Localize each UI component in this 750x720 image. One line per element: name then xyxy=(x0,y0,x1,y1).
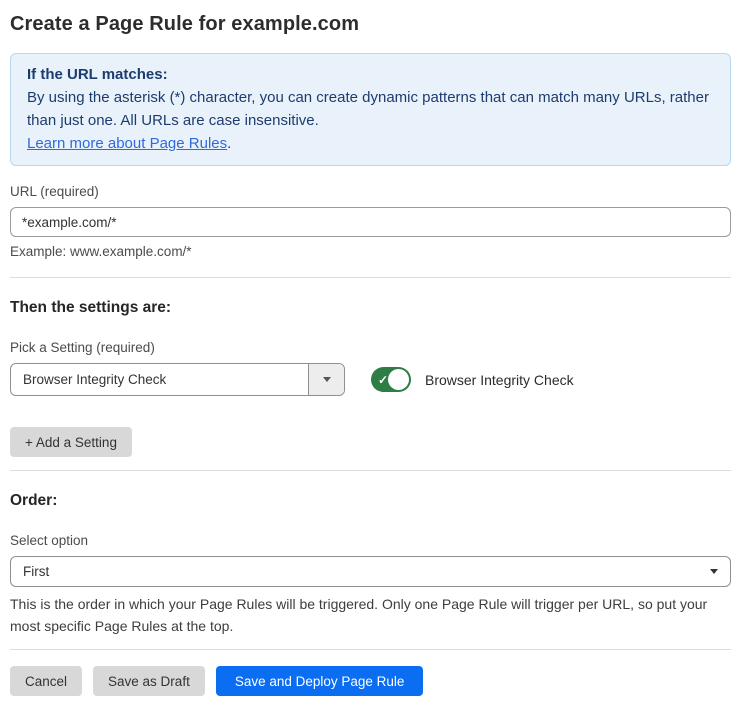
settings-heading: Then the settings are: xyxy=(10,299,731,317)
setting-row: Browser Integrity Check ✓ Browser Integr… xyxy=(10,363,731,396)
order-select-value: First xyxy=(23,564,710,579)
pick-setting-label: Pick a Setting (required) xyxy=(10,340,731,355)
divider xyxy=(10,277,731,278)
url-hint: Example: www.example.com/* xyxy=(10,244,731,259)
order-heading: Order: xyxy=(10,492,731,510)
setting-select[interactable]: Browser Integrity Check xyxy=(10,363,345,396)
toggle-knob xyxy=(388,369,409,390)
divider xyxy=(10,470,731,471)
url-label: URL (required) xyxy=(10,184,731,199)
page-rule-form: Create a Page Rule for example.com If th… xyxy=(0,0,750,696)
save-draft-button[interactable]: Save as Draft xyxy=(93,666,205,696)
add-setting-button[interactable]: + Add a Setting xyxy=(10,427,132,457)
info-box-link-line: Learn more about Page Rules. xyxy=(27,132,714,155)
setting-toggle[interactable]: ✓ xyxy=(371,367,411,392)
toggle-label: Browser Integrity Check xyxy=(425,372,574,388)
learn-more-link[interactable]: Learn more about Page Rules xyxy=(27,135,227,152)
divider xyxy=(10,649,731,650)
link-suffix: . xyxy=(227,135,231,152)
cancel-button[interactable]: Cancel xyxy=(10,666,82,696)
save-deploy-button[interactable]: Save and Deploy Page Rule xyxy=(216,666,424,696)
url-input[interactable] xyxy=(10,207,731,237)
info-box-body: By using the asterisk (*) character, you… xyxy=(27,86,714,132)
setting-select-arrow-button[interactable] xyxy=(308,364,344,395)
order-help-text: This is the order in which your Page Rul… xyxy=(10,593,731,637)
chevron-down-icon xyxy=(323,377,331,382)
url-field-group: URL (required) Example: www.example.com/… xyxy=(10,184,731,259)
order-select[interactable]: First xyxy=(10,556,731,587)
url-match-info-box: If the URL matches: By using the asteris… xyxy=(10,53,731,166)
page-title: Create a Page Rule for example.com xyxy=(10,13,731,36)
select-option-label: Select option xyxy=(10,533,731,548)
chevron-down-icon xyxy=(710,569,718,574)
info-box-heading: If the URL matches: xyxy=(27,63,714,86)
form-actions: Cancel Save as Draft Save and Deploy Pag… xyxy=(10,666,731,696)
setting-select-value: Browser Integrity Check xyxy=(11,372,308,387)
check-icon: ✓ xyxy=(378,373,388,385)
